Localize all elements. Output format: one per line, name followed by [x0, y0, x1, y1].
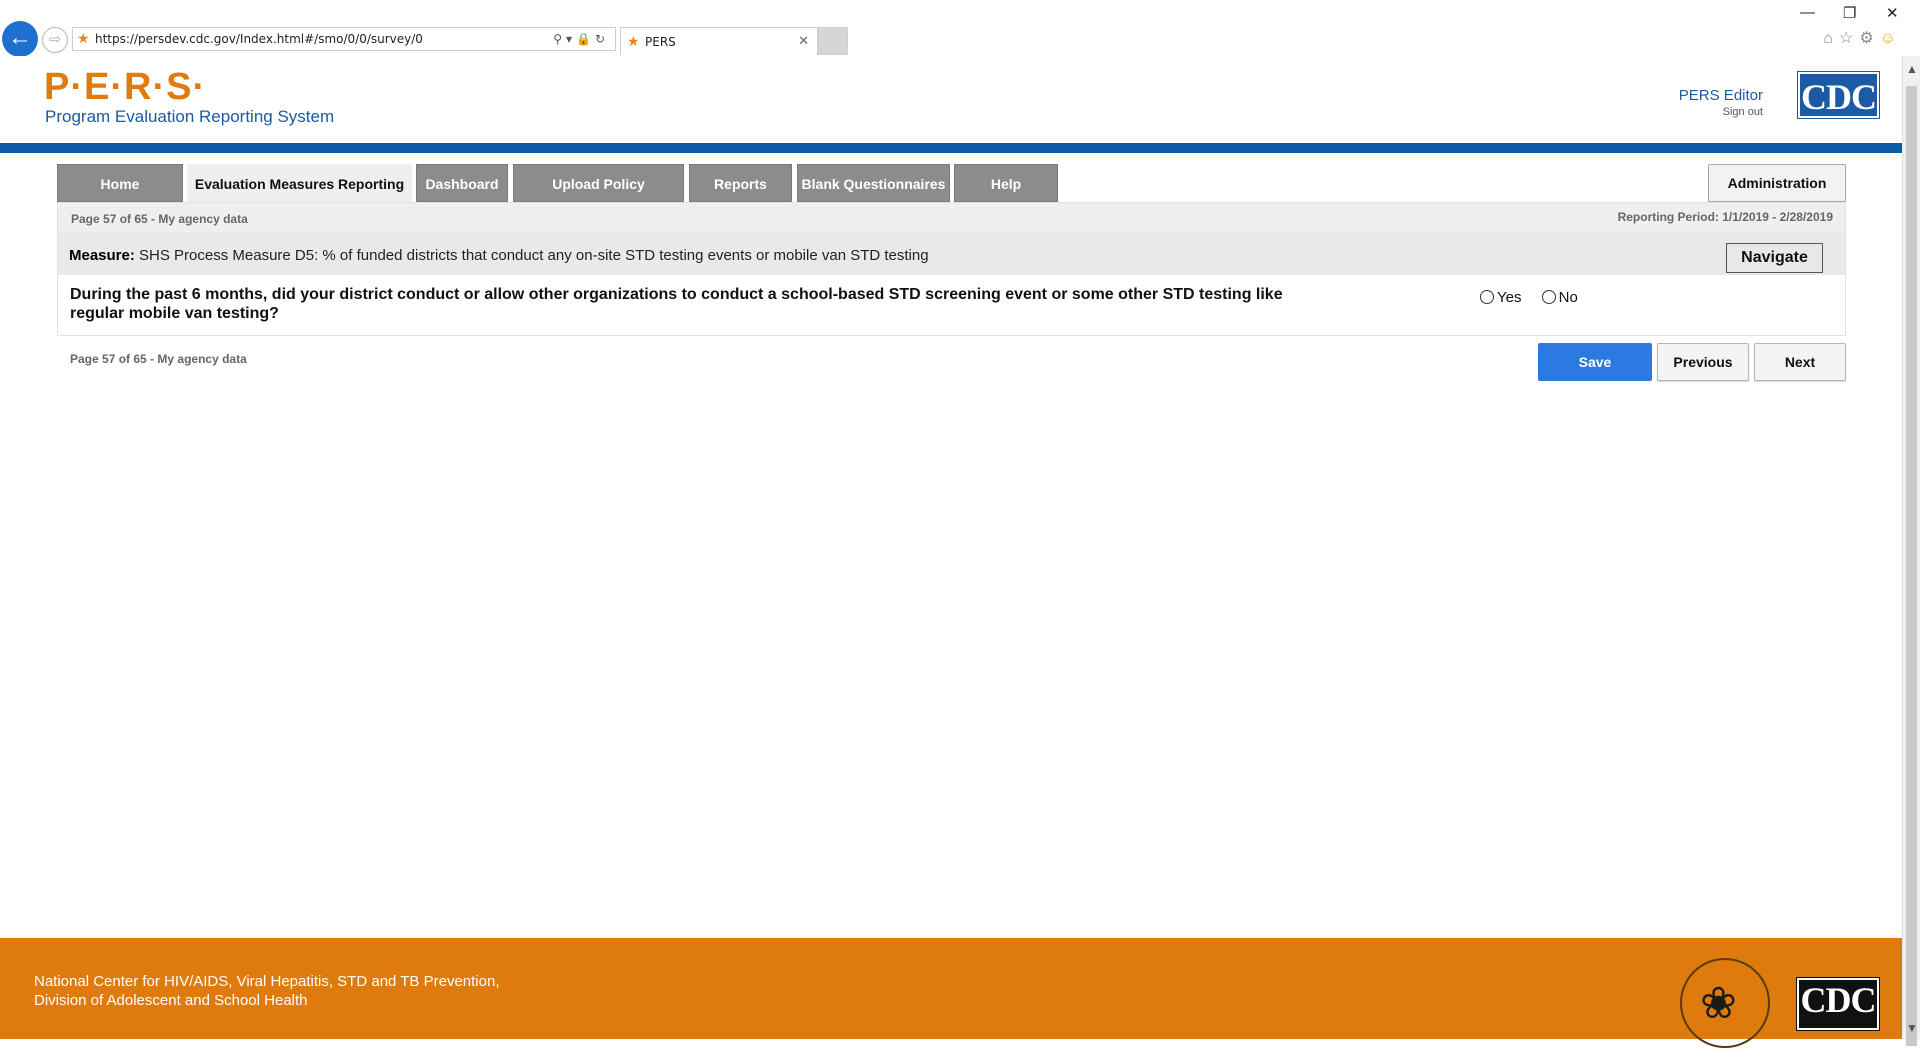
measure-description: Measure: SHS Process Measure D5: % of fu… — [69, 247, 929, 264]
page-number-bottom: Page 57 of 65 — [70, 352, 147, 366]
agency-label: My agency data — [158, 212, 248, 226]
cdc-footer-logo[interactable]: CDC — [1796, 977, 1880, 1031]
navigate-button[interactable]: Navigate — [1726, 243, 1823, 273]
reporting-period: Reporting Period: 1/1/2019 - 2/28/2019 — [1617, 210, 1833, 224]
page-info-bar: Page 57 of 65 - My agency data Reporting… — [58, 203, 1845, 233]
agency-label-bottom: My agency data — [157, 352, 247, 366]
scroll-up-icon[interactable]: ▲ — [1906, 62, 1918, 76]
footer-text: National Center for HIV/AIDS, Viral Hepa… — [34, 972, 499, 1010]
radio-yes-label[interactable]: Yes — [1497, 289, 1521, 306]
footer-line-2: Division of Adolescent and School Health — [34, 992, 308, 1009]
nav-dashboard[interactable]: Dashboard — [416, 164, 508, 202]
page-number: Page 57 of 65 — [71, 212, 148, 226]
browser-toolbar-icons: ⌂☆⚙☺ — [1823, 28, 1902, 48]
browser-chrome: ← ⇨ ★ https://persdev.cdc.gov/Index.html… — [0, 0, 1920, 57]
site-header: P·E·R·S· Program Evaluation Reporting Sy… — [0, 56, 1902, 143]
address-bar[interactable]: ★ https://persdev.cdc.gov/Index.html#/sm… — [72, 27, 616, 51]
browser-tab[interactable]: ★ PERS ✕ — [620, 27, 818, 55]
restore-icon[interactable]: ❐ — [1843, 4, 1856, 22]
nav-evaluation-measures-reporting[interactable]: Evaluation Measures Reporting — [187, 164, 412, 202]
pers-logo[interactable]: P·E·R·S· — [44, 66, 206, 109]
previous-button[interactable]: Previous — [1657, 343, 1749, 381]
vertical-scrollbar[interactable]: ▲ ▼ — [1902, 56, 1920, 1046]
site-footer: National Center for HIV/AIDS, Viral Hepa… — [0, 938, 1902, 1048]
nav-help[interactable]: Help — [954, 164, 1058, 202]
minimize-icon[interactable]: — — [1800, 4, 1815, 21]
measure-text: SHS Process Measure D5: % of funded dist… — [139, 247, 929, 264]
nav-upload-policy-documents[interactable]: Upload Policy Documents — [513, 164, 684, 230]
favorites-icon[interactable]: ☆ — [1839, 30, 1859, 47]
scroll-thumb[interactable] — [1906, 86, 1917, 1046]
forward-arrow-icon[interactable]: ⇨ — [42, 27, 68, 53]
header-divider — [0, 143, 1902, 153]
url-text: https://persdev.cdc.gov/Index.html#/smo/… — [95, 32, 423, 46]
radio-yes[interactable] — [1480, 290, 1494, 304]
page-info-bottom: Page 57 of 65 - My agency data — [70, 352, 247, 366]
measure-label: Measure: — [69, 247, 135, 264]
tab-title: PERS — [645, 35, 676, 49]
scroll-down-icon[interactable]: ▼ — [1906, 1021, 1918, 1035]
home-icon[interactable]: ⌂ — [1823, 30, 1839, 47]
back-arrow-icon[interactable]: ← — [2, 21, 38, 57]
radio-no-label[interactable]: No — [1559, 289, 1578, 306]
footer-line-1: National Center for HIV/AIDS, Viral Hepa… — [34, 973, 500, 990]
page-info: Page 57 of 65 - My agency data — [71, 212, 248, 226]
answer-radio-group: Yes No — [1480, 289, 1594, 306]
next-button[interactable]: Next — [1754, 343, 1846, 381]
administration-button[interactable]: Administration — [1708, 164, 1846, 202]
favorite-star-icon: ★ — [77, 31, 90, 47]
cdc-logo[interactable]: CDC — [1797, 71, 1880, 119]
sign-out-link[interactable]: Sign out — [1723, 106, 1763, 118]
question-text: During the past 6 months, did your distr… — [70, 286, 1283, 322]
new-tab-button[interactable] — [818, 27, 848, 55]
radio-no[interactable] — [1541, 290, 1556, 304]
cdc-footer-logo-text: CDC — [1800, 980, 1877, 1020]
nav-home[interactable]: Home — [57, 164, 183, 202]
nav-blank-questionnaires[interactable]: Blank Questionnaires — [797, 164, 950, 202]
close-window-icon[interactable]: ✕ — [1886, 4, 1899, 22]
measure-bar: Measure: SHS Process Measure D5: % of fu… — [58, 233, 1845, 275]
nav-reports[interactable]: Reports — [689, 164, 792, 202]
hhs-seal-icon[interactable]: ❀ — [1680, 958, 1770, 1048]
feedback-smiley-icon[interactable]: ☺ — [1880, 30, 1902, 47]
user-name[interactable]: PERS Editor — [1679, 87, 1763, 104]
close-tab-icon[interactable]: ✕ — [798, 28, 809, 56]
eagle-icon: ❀ — [1700, 979, 1737, 1028]
save-button[interactable]: Save — [1538, 343, 1652, 381]
settings-gear-icon[interactable]: ⚙ — [1859, 30, 1879, 47]
site-subtitle: Program Evaluation Reporting System — [45, 107, 335, 126]
address-tools-icon[interactable]: ⚲▾🔒↻ — [553, 28, 609, 50]
survey-panel: Page 57 of 65 - My agency data Reporting… — [57, 202, 1846, 336]
tab-favicon-icon: ★ — [627, 34, 640, 50]
